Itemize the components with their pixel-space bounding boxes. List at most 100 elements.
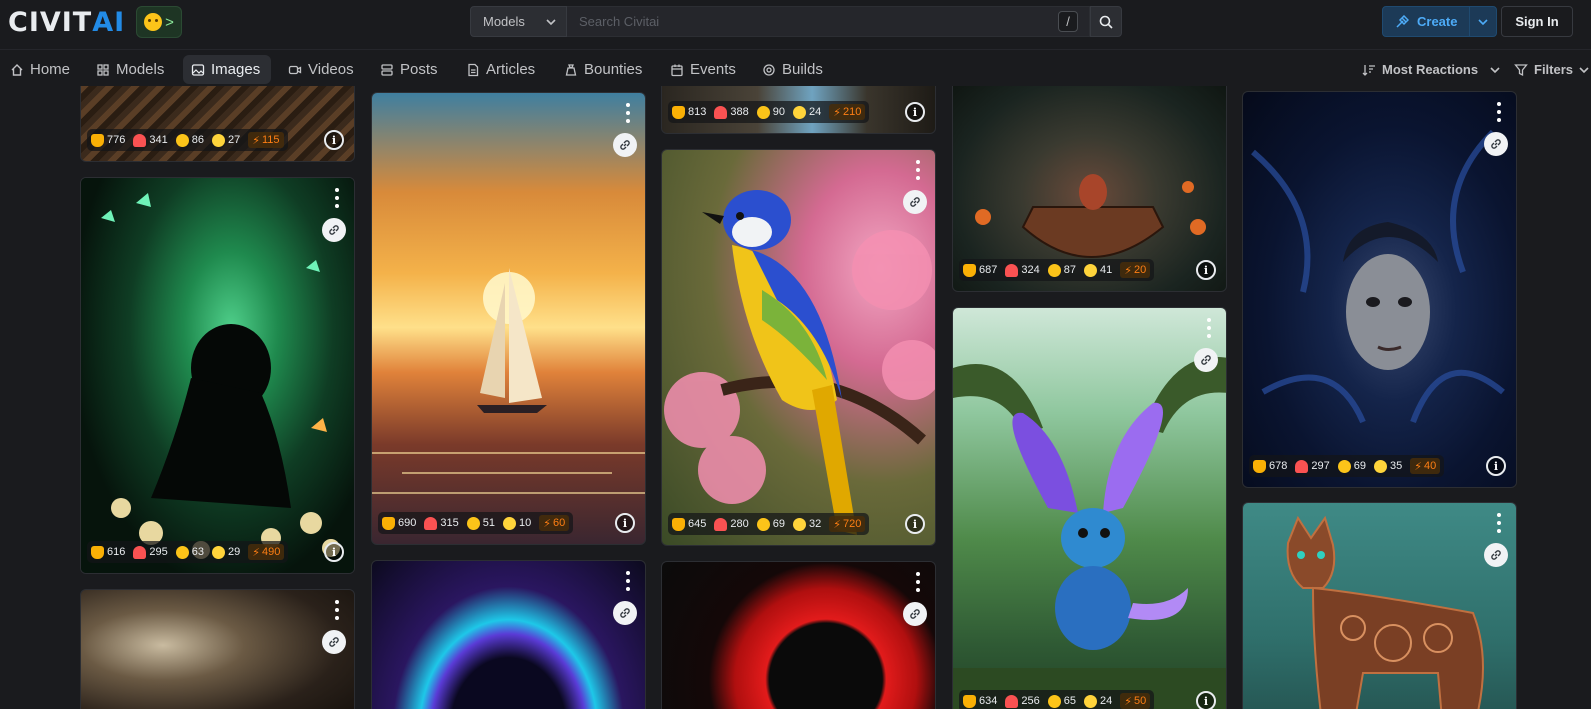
cry-reaction[interactable]: 32: [792, 517, 821, 531]
emoji-badge-button[interactable]: >: [136, 6, 182, 38]
cry-reaction[interactable]: 24: [1083, 694, 1112, 708]
sign-in-button[interactable]: Sign In: [1501, 6, 1573, 37]
laugh-reaction[interactable]: 87: [1047, 263, 1076, 277]
heart-reaction[interactable]: 324: [1005, 263, 1040, 277]
heart-reaction[interactable]: 341: [133, 133, 168, 147]
like-reaction[interactable]: 645: [672, 517, 706, 531]
info-icon[interactable]: i: [1196, 260, 1216, 280]
laugh-reaction[interactable]: 65: [1047, 694, 1076, 708]
laugh-reaction[interactable]: 51: [466, 516, 495, 530]
cry-reaction[interactable]: 29: [211, 545, 240, 559]
image-card[interactable]: 634 256 65 24 ⚡ 50 i: [952, 307, 1227, 709]
link-icon[interactable]: [1484, 543, 1508, 567]
laugh-reaction[interactable]: 86: [175, 133, 204, 147]
image-card[interactable]: [661, 561, 936, 709]
image-card[interactable]: 776 341 86 27 ⚡ 115 i: [80, 86, 355, 162]
like-reaction[interactable]: 616: [91, 545, 125, 559]
more-options-icon[interactable]: [1496, 513, 1502, 533]
filters-button[interactable]: Filters: [1514, 55, 1589, 84]
tip-badge[interactable]: ⚡ 60: [539, 515, 570, 531]
like-reaction[interactable]: 687: [963, 263, 997, 277]
image-thumbnail[interactable]: [662, 562, 935, 709]
image-thumbnail[interactable]: [372, 561, 645, 709]
link-icon[interactable]: [903, 602, 927, 626]
info-icon[interactable]: i: [615, 513, 635, 533]
nav-builds[interactable]: Builds: [754, 55, 831, 84]
cry-reaction[interactable]: 41: [1083, 263, 1112, 277]
heart-reaction[interactable]: 388: [714, 105, 749, 119]
link-icon[interactable]: [903, 190, 927, 214]
like-reaction[interactable]: 813: [672, 105, 706, 119]
heart-reaction[interactable]: 297: [1295, 459, 1330, 473]
like-reaction[interactable]: 678: [1253, 459, 1287, 473]
heart-reaction[interactable]: 315: [424, 516, 459, 530]
create-dropdown-toggle[interactable]: [1470, 17, 1496, 27]
search-button[interactable]: [1090, 6, 1122, 37]
more-options-icon[interactable]: [334, 600, 340, 620]
more-options-icon[interactable]: [334, 188, 340, 208]
tip-badge[interactable]: ⚡ 20: [1120, 262, 1151, 278]
nav-home[interactable]: Home: [2, 55, 78, 84]
more-options-icon[interactable]: [915, 160, 921, 180]
laugh-reaction[interactable]: 69: [756, 517, 785, 531]
link-icon[interactable]: [1484, 132, 1508, 156]
info-icon[interactable]: i: [324, 542, 344, 562]
search-category-select[interactable]: Models: [470, 6, 567, 37]
link-icon[interactable]: [322, 630, 346, 654]
cry-reaction[interactable]: 24: [792, 105, 821, 119]
link-icon[interactable]: [613, 133, 637, 157]
image-thumbnail[interactable]: [81, 590, 354, 709]
image-card[interactable]: 813 388 90 24 ⚡ 210 i: [661, 86, 936, 134]
tip-badge[interactable]: ⚡ 720: [829, 516, 866, 532]
nav-models[interactable]: Models: [88, 55, 172, 84]
info-icon[interactable]: i: [324, 130, 344, 150]
create-button[interactable]: Create: [1382, 6, 1497, 37]
like-reaction[interactable]: 776: [91, 133, 125, 147]
tip-badge[interactable]: ⚡ 210: [829, 104, 866, 120]
nav-articles[interactable]: Articles: [458, 55, 543, 84]
image-card[interactable]: 645 280 69 32 ⚡ 720 i: [661, 149, 936, 546]
info-icon[interactable]: i: [1486, 456, 1506, 476]
heart-reaction[interactable]: 295: [133, 545, 168, 559]
laugh-reaction[interactable]: 69: [1337, 459, 1366, 473]
tip-badge[interactable]: ⚡ 50: [1120, 693, 1151, 709]
image-card[interactable]: 687 324 87 41 ⚡ 20 i: [952, 86, 1227, 292]
link-icon[interactable]: [613, 601, 637, 625]
image-card[interactable]: 690 315 51 10 ⚡ 60 i: [371, 92, 646, 545]
laugh-reaction[interactable]: 90: [756, 105, 785, 119]
nav-bounties[interactable]: Bounties: [556, 55, 650, 84]
image-card[interactable]: [80, 589, 355, 709]
nav-videos[interactable]: Videos: [280, 55, 362, 84]
tip-badge[interactable]: ⚡ 40: [1410, 458, 1441, 474]
heart-reaction[interactable]: 256: [1005, 694, 1040, 708]
more-options-icon[interactable]: [625, 571, 631, 591]
laugh-reaction[interactable]: 63: [175, 545, 204, 559]
info-icon[interactable]: i: [905, 102, 925, 122]
info-icon[interactable]: i: [905, 514, 925, 534]
more-options-icon[interactable]: [625, 103, 631, 123]
heart-reaction[interactable]: 280: [714, 517, 749, 531]
search-input[interactable]: [567, 6, 1090, 37]
link-icon[interactable]: [322, 218, 346, 242]
nav-posts[interactable]: Posts: [372, 55, 446, 84]
more-options-icon[interactable]: [1206, 318, 1212, 338]
image-card[interactable]: 678 297 69 35 ⚡ 40 i: [1242, 91, 1517, 488]
image-card[interactable]: 616 295 63 29 ⚡ 490 i: [80, 177, 355, 574]
more-options-icon[interactable]: [915, 572, 921, 592]
nav-images[interactable]: Images: [183, 55, 271, 84]
sort-dropdown[interactable]: Most Reactions: [1362, 55, 1500, 84]
nav-events[interactable]: Events: [662, 55, 744, 84]
cry-reaction[interactable]: 35: [1373, 459, 1402, 473]
cry-reaction[interactable]: 27: [211, 133, 240, 147]
cry-reaction[interactable]: 10: [502, 516, 531, 530]
image-card[interactable]: [1242, 502, 1517, 709]
tip-badge[interactable]: ⚡ 490: [248, 544, 285, 560]
like-reaction[interactable]: 690: [382, 516, 416, 530]
info-icon[interactable]: i: [1196, 691, 1216, 709]
more-options-icon[interactable]: [1496, 102, 1502, 122]
civitai-logo[interactable]: CIVIT AI: [8, 7, 125, 38]
tip-badge[interactable]: ⚡ 115: [248, 132, 284, 148]
image-card[interactable]: [371, 560, 646, 709]
like-reaction[interactable]: 634: [963, 694, 997, 708]
link-icon[interactable]: [1194, 348, 1218, 372]
